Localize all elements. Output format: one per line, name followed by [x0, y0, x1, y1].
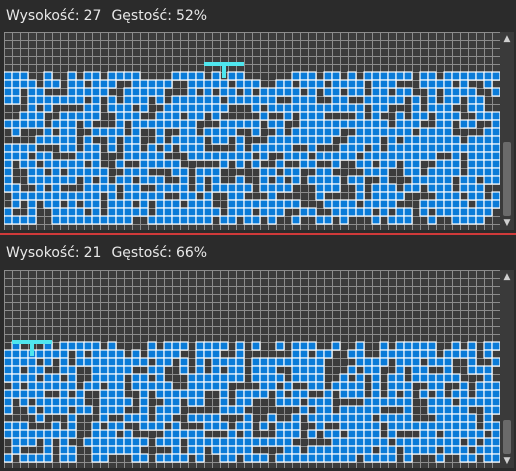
stats-bar: Wysokość: 27 Gęstość: 52%: [6, 4, 207, 28]
density-value: 66%: [175, 245, 208, 261]
pipe-grid-canvas[interactable]: [4, 32, 500, 230]
scroll-thumb[interactable]: [503, 142, 511, 216]
density-label: Gęstość:: [111, 245, 172, 261]
pipe-grid-canvas[interactable]: [4, 270, 500, 468]
scroll-up-icon[interactable]: ▲: [500, 32, 514, 46]
stats-bar: Wysokość: 21 Gęstość: 66%: [6, 241, 207, 265]
scroll-up-icon[interactable]: ▲: [500, 270, 514, 284]
vertical-scrollbar[interactable]: ▲ ▼: [500, 32, 514, 230]
simulation-panel-top: Wysokość: 27 Gęstość: 52% ▲ ▼: [0, 0, 516, 233]
height-label: Wysokość:: [6, 8, 80, 24]
scroll-down-icon[interactable]: ▼: [500, 216, 514, 230]
pipe-board[interactable]: [4, 32, 500, 230]
vertical-scrollbar[interactable]: ▲ ▼: [500, 270, 514, 468]
height-value: 21: [83, 245, 102, 261]
height-label: Wysokość:: [6, 245, 80, 261]
scroll-down-icon[interactable]: ▼: [500, 454, 514, 468]
panel-divider: [0, 233, 516, 235]
density-label: Gęstość:: [111, 8, 172, 24]
simulation-panel-bottom: Wysokość: 21 Gęstość: 66% ▲ ▼: [0, 237, 516, 471]
density-value: 52%: [175, 8, 208, 24]
scroll-thumb[interactable]: [503, 420, 511, 454]
height-value: 27: [83, 8, 102, 24]
pipe-board[interactable]: [4, 270, 500, 468]
